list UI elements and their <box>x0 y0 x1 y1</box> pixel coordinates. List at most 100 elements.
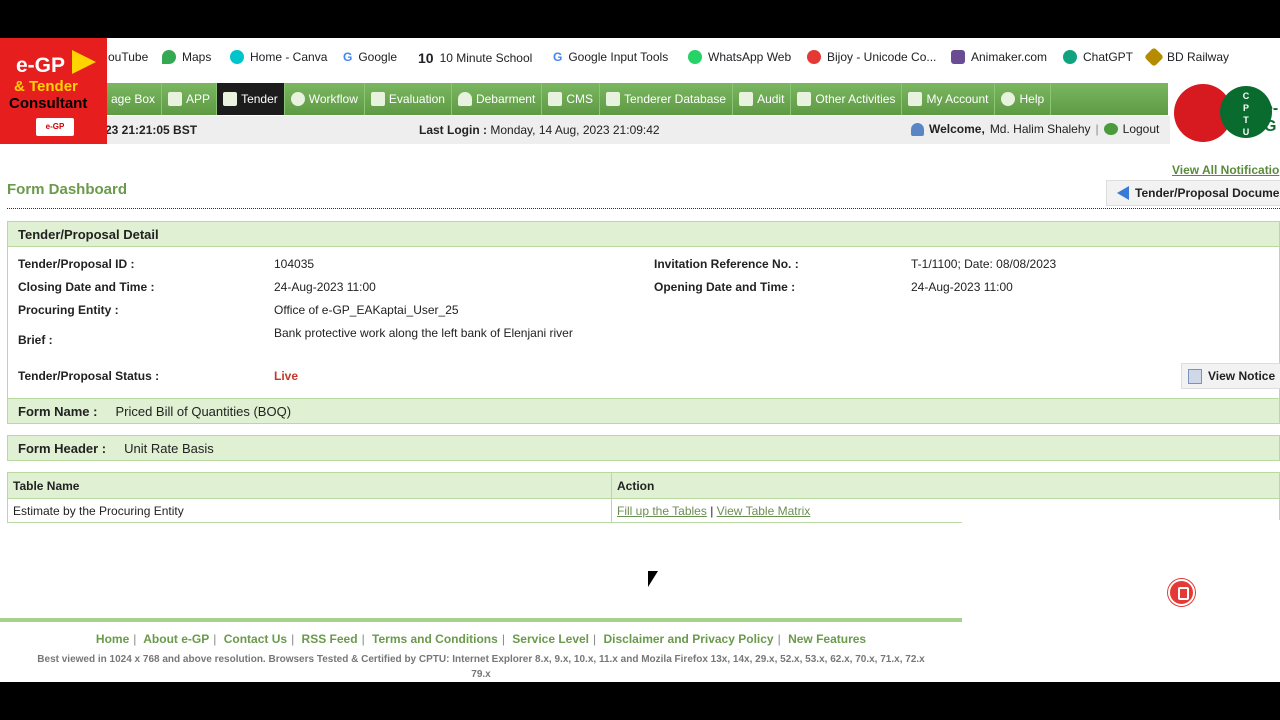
view-table-matrix-link[interactable]: View Table Matrix <box>717 504 811 518</box>
last-login: Last Login : Monday, 14 Aug, 2023 21:09:… <box>419 123 660 137</box>
canva-icon <box>230 50 244 64</box>
evaluation-icon <box>370 92 385 106</box>
logout-link[interactable]: Logout <box>1123 122 1160 136</box>
bookmark-label: WhatsApp Web <box>708 50 792 64</box>
footer-link-new-features[interactable]: New Features <box>788 632 866 646</box>
menu-label: Workflow <box>308 92 358 106</box>
bookmark-google[interactable]: G Google <box>343 50 397 64</box>
bookmark-label: Home - Canva <box>250 50 328 64</box>
menu-app[interactable]: APP <box>162 83 218 115</box>
footer-link-service-level[interactable]: Service Level <box>512 632 589 646</box>
separator: | <box>777 632 781 646</box>
egp-brand-text: e-G <box>1264 100 1279 135</box>
menu-workflow[interactable]: Workflow <box>285 83 365 115</box>
view-notice-button[interactable]: View Notice <box>1181 363 1280 389</box>
column-header-action: Action <box>611 472 1280 499</box>
separator: | <box>501 632 505 646</box>
screen-bottom-bar <box>0 682 1280 720</box>
footer-link-terms[interactable]: Terms and Conditions <box>372 632 498 646</box>
footer-link-home[interactable]: Home <box>96 632 129 646</box>
menu-label: APP <box>186 92 211 106</box>
bookmark-label: ouTube <box>108 50 149 64</box>
bookmark-chatgpt[interactable]: ChatGPT <box>1063 50 1133 64</box>
menu-other-activities[interactable]: Other Activities <box>791 83 903 115</box>
help-icon <box>1001 92 1016 106</box>
bookmark-whatsapp[interactable]: WhatsApp Web <box>688 50 791 64</box>
logo-line-1: e-GP <box>16 54 66 77</box>
column-header-table-name: Table Name <box>7 472 612 499</box>
footer-note-line-2: 79.x <box>471 669 491 680</box>
bookmark-bijoy[interactable]: Bijoy - Unicode Co... <box>807 50 936 64</box>
form-header-value: Unit Rate Basis <box>124 440 214 456</box>
view-all-notifications-link[interactable]: View All Notificatio <box>1172 163 1279 177</box>
form-tables-list: Table Name Action Estimate by the Procur… <box>7 472 1280 523</box>
tender-document-label: Tender/Proposal Documen <box>1135 186 1280 200</box>
tender-detail-header: Tender/Proposal Detail <box>7 221 1280 247</box>
footer-link-contact[interactable]: Contact Us <box>224 632 287 646</box>
tender-document-button[interactable]: Tender/Proposal Documen <box>1106 180 1280 206</box>
bookmark-label: Google Input Tools <box>568 50 669 64</box>
other-activities-icon <box>797 92 812 106</box>
footer-divider <box>0 618 962 622</box>
menu-debarment[interactable]: Debarment <box>452 83 543 115</box>
egp-consultant-logo: e-GP & Tender Consultant e-GP <box>0 38 107 144</box>
cptu-text: C P T U <box>1242 91 1250 137</box>
separator: | <box>133 632 137 646</box>
server-clock: 23 21:21:05 BST <box>105 123 198 137</box>
opening-date-value: 24-Aug-2023 11:00 <box>911 280 1013 294</box>
menu-tenderer-database[interactable]: Tenderer Database <box>600 83 734 115</box>
last-login-label: Last Login : <box>419 123 487 137</box>
logout-icon <box>1103 123 1118 135</box>
bookmark-bd-railway[interactable]: BD Railway <box>1144 47 1230 67</box>
separator: | <box>1095 122 1099 136</box>
cms-icon <box>548 92 563 106</box>
menu-label: CMS <box>566 92 593 106</box>
fill-up-tables-link[interactable]: Fill up the Tables <box>617 504 707 518</box>
arrow-left-icon <box>1117 186 1129 200</box>
notice-document-icon <box>1188 368 1202 384</box>
brief-label: Brief : <box>18 333 53 347</box>
bookmark-label: 10 Minute School <box>439 51 533 65</box>
menu-label: Audit <box>757 92 785 106</box>
screen-record-icon[interactable] <box>1168 579 1195 606</box>
bookmark-google-input-tools[interactable]: G Google Input Tools <box>553 50 668 64</box>
menu-label: Debarment <box>475 92 536 106</box>
bookmark-youtube[interactable]: ouTube <box>108 50 148 64</box>
footer-link-rss[interactable]: RSS Feed <box>302 632 358 646</box>
menu-evaluation[interactable]: Evaluation <box>365 83 452 115</box>
database-icon <box>605 92 620 106</box>
bookmark-label: BD Railway <box>1167 50 1230 64</box>
closing-date-value: 24-Aug-2023 11:00 <box>274 280 376 294</box>
menu-cms[interactable]: CMS <box>542 83 600 115</box>
menu-label: Evaluation <box>388 92 445 106</box>
bookmark-canva[interactable]: Home - Canva <box>230 50 327 64</box>
logo-line-2: & Tender <box>14 78 78 95</box>
tender-detail-panel <box>7 246 1280 399</box>
menu-tender[interactable]: Tender <box>217 83 285 115</box>
form-header-label: Form Header : <box>18 440 107 456</box>
procuring-entity-label: Procuring Entity : <box>18 303 119 317</box>
menu-help[interactable]: Help <box>995 83 1052 115</box>
logo-mini-badge: e-GP <box>36 118 74 136</box>
form-name-row: Form Name : Priced Bill of Quantities (B… <box>7 398 1280 424</box>
whatsapp-icon <box>688 50 702 64</box>
tender-status-label: Tender/Proposal Status : <box>18 369 160 383</box>
menu-label: Other Activities <box>815 92 896 106</box>
form-name-value: Priced Bill of Quantities (BOQ) <box>115 403 292 419</box>
footer-link-about[interactable]: About e-GP <box>143 632 209 646</box>
bookmark-maps[interactable]: Maps <box>162 50 211 64</box>
debarment-icon <box>457 92 472 106</box>
menu-message-box[interactable]: age Box <box>105 83 163 115</box>
menu-my-account[interactable]: My Account <box>902 83 996 115</box>
menu-audit[interactable]: Audit <box>733 83 792 115</box>
menu-label: Tender <box>241 92 278 106</box>
action-separator: | <box>710 503 714 518</box>
footer-link-disclaimer[interactable]: Disclaimer and Privacy Policy <box>604 632 774 646</box>
tender-icon <box>223 92 238 106</box>
separator: | <box>593 632 597 646</box>
menu-label: My Account <box>926 92 989 106</box>
bookmark-10-minute-school[interactable]: 10 10 Minute School <box>418 50 532 66</box>
form-name-label: Form Name : <box>18 403 98 419</box>
bookmark-animaker[interactable]: Animaker.com <box>951 50 1047 64</box>
footer-links: Home | About e-GP | Contact Us | RSS Feed | … <box>0 632 962 646</box>
